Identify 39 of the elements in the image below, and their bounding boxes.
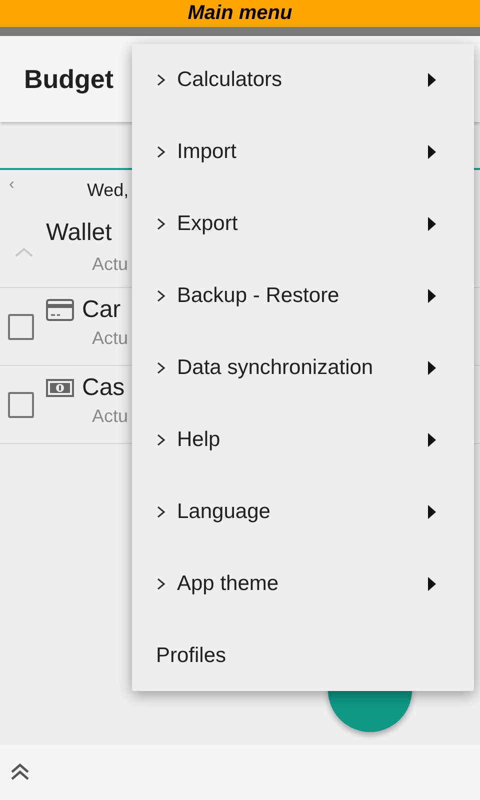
banner-title: Main menu <box>188 2 292 25</box>
date-label: Wed, <box>87 180 129 200</box>
submenu-arrow-icon <box>428 505 436 519</box>
menu-item[interactable]: App theme <box>132 548 474 620</box>
checkbox[interactable] <box>8 392 34 418</box>
banknote-icon <box>46 379 74 397</box>
menu-item[interactable]: Data synchronization <box>132 332 474 404</box>
chevron-right-icon <box>156 145 166 159</box>
account-name: Wallet <box>46 219 112 247</box>
account-subtitle: Actu <box>91 406 128 427</box>
card-icon <box>46 299 74 321</box>
account-name: Cas <box>82 374 125 402</box>
submenu-arrow-icon <box>428 73 436 87</box>
submenu-arrow-icon <box>428 289 436 303</box>
menu-item[interactable]: Language <box>132 476 474 548</box>
account-subtitle: Actu <box>91 254 128 275</box>
chevron-right-icon <box>156 289 166 303</box>
account-name: Car <box>82 296 121 324</box>
chevron-right-icon <box>156 577 166 591</box>
chevron-right-icon <box>156 73 166 87</box>
double-chevron-up-icon[interactable] <box>10 763 30 781</box>
menu-item[interactable]: Profiles <box>132 620 474 692</box>
menu-item[interactable]: Export <box>132 188 474 260</box>
menu-item[interactable]: Backup - Restore <box>132 260 474 332</box>
menu-item[interactable]: Calculators <box>132 44 474 116</box>
submenu-arrow-icon <box>428 145 436 159</box>
menu-item[interactable]: Import <box>132 116 474 188</box>
submenu-arrow-icon <box>428 433 436 447</box>
checkbox[interactable] <box>8 314 34 340</box>
app-title: Budget <box>24 64 114 94</box>
chevron-right-icon <box>156 217 166 231</box>
submenu-arrow-icon <box>428 577 436 591</box>
chevron-right-icon <box>156 361 166 375</box>
submenu-arrow-icon <box>428 217 436 231</box>
chevron-right-icon <box>156 505 166 519</box>
menu-item[interactable]: Help <box>132 404 474 476</box>
account-subtitle: Actu <box>91 328 128 349</box>
submenu-arrow-icon <box>428 361 436 375</box>
chevron-right-icon <box>156 433 166 447</box>
